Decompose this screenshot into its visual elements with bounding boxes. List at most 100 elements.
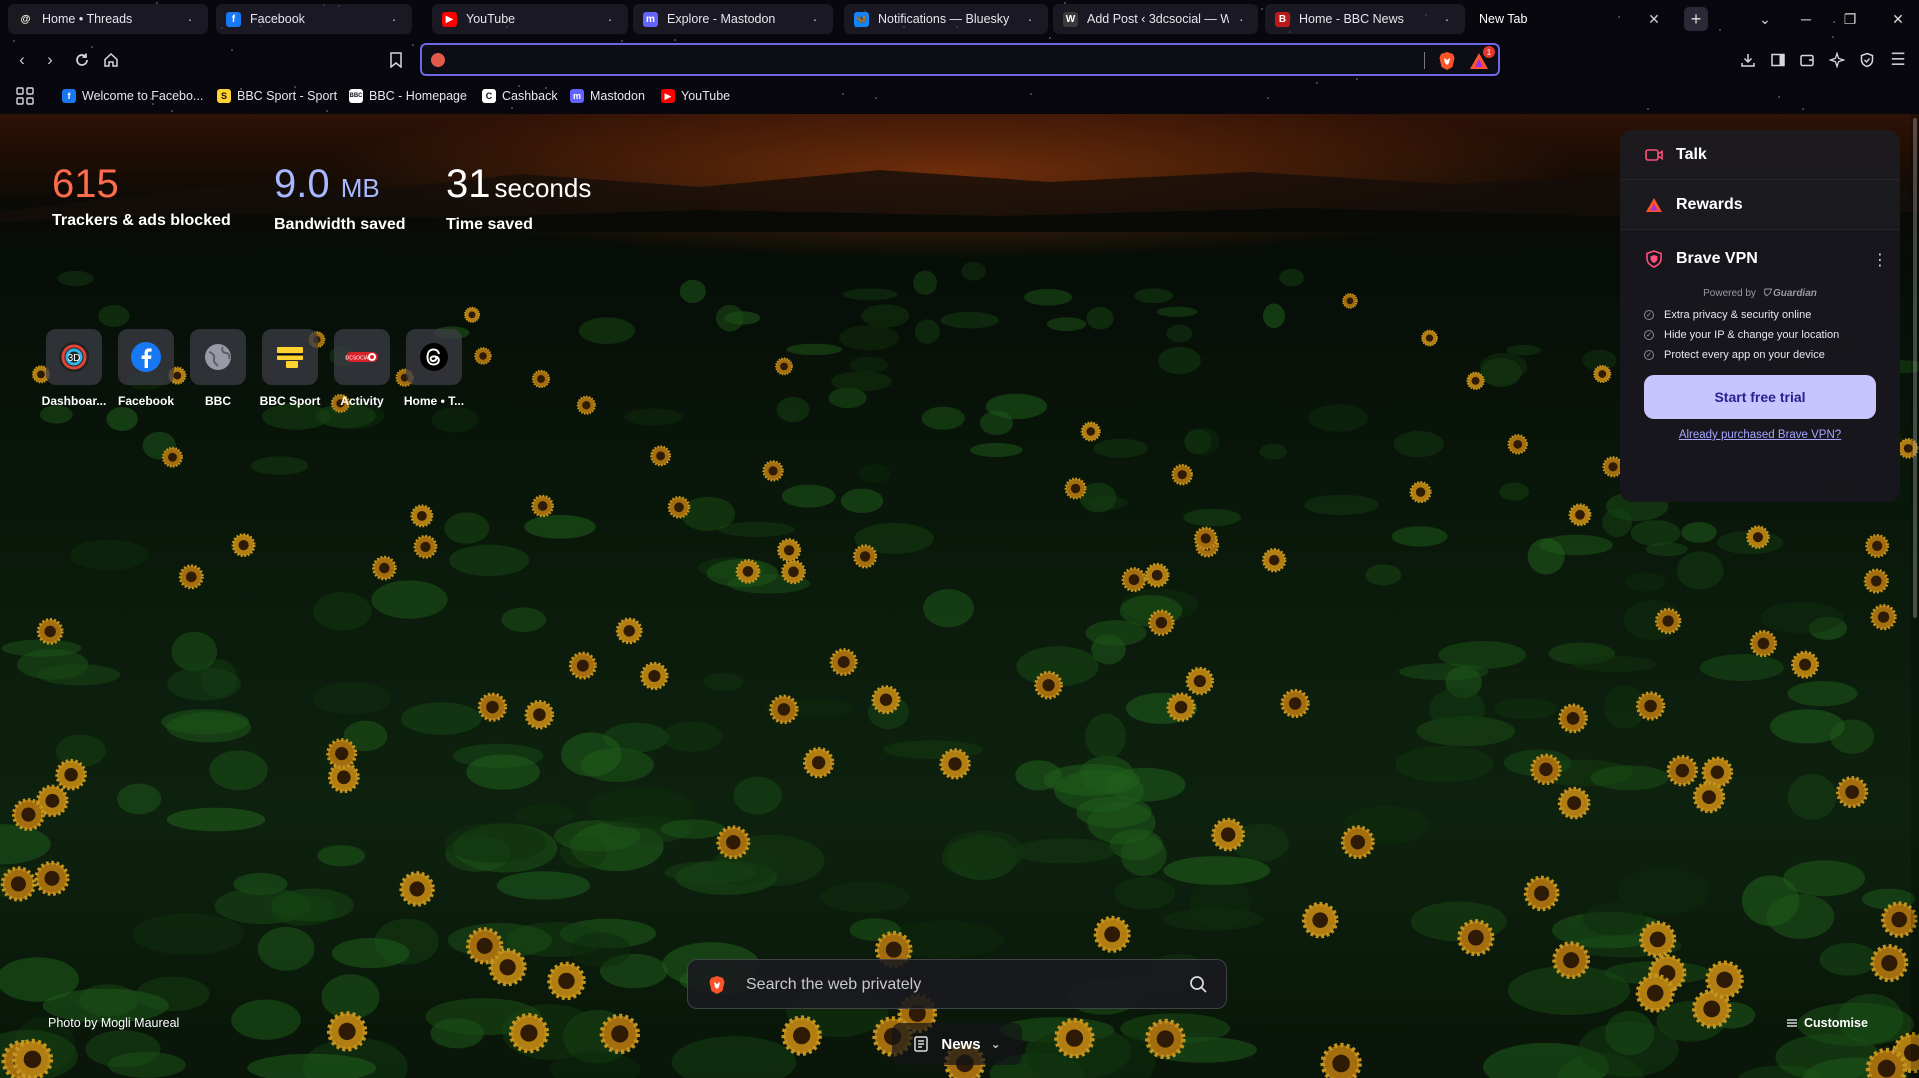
- bbc-icon: BBC: [349, 89, 363, 103]
- trackers-label: Trackers & ads blocked: [52, 212, 231, 229]
- time-label: Time saved: [446, 216, 533, 233]
- tab-bluesky[interactable]: 🦋 Notifications — Bluesky ·: [844, 4, 1048, 34]
- top-site-tile[interactable]: Home • T...: [398, 329, 470, 408]
- brave-widget-stack: Talk Rewards Brave VPN ⋮ Powered by ⛉ Gu…: [1620, 130, 1900, 502]
- leo-ai-icon[interactable]: [1825, 48, 1849, 72]
- vpn-shield-icon[interactable]: [1855, 48, 1879, 72]
- bbc-sport-icon: [262, 329, 318, 385]
- facebook-icon: f: [62, 89, 76, 103]
- scrollbar-thumb[interactable]: [1913, 118, 1917, 618]
- tab-title: YouTube: [466, 12, 516, 26]
- menu-icon[interactable]: ☰: [1886, 48, 1910, 72]
- guardian-logo: ⛉ Guardian: [1762, 288, 1817, 299]
- close-window-button[interactable]: ✕: [1886, 8, 1910, 30]
- bluesky-icon: 🦋: [854, 11, 869, 27]
- tab-youtube[interactable]: ▶ YouTube ·: [432, 4, 628, 34]
- tab-audio-dot-icon[interactable]: ·: [1235, 11, 1248, 27]
- rewards-icon: [1646, 197, 1662, 212]
- tab-wordpress[interactable]: W Add Post ‹ 3dcsocial — WordP ·: [1053, 4, 1258, 34]
- downloads-icon[interactable]: [1736, 48, 1760, 72]
- news-label: News: [941, 1035, 981, 1053]
- tab-search-chevron-icon[interactable]: ⌄: [1753, 8, 1777, 30]
- tab-audio-dot-icon[interactable]: ·: [1439, 11, 1455, 27]
- minimize-button[interactable]: ─: [1794, 8, 1818, 30]
- close-tab-icon[interactable]: ✕: [1646, 11, 1662, 27]
- search-input[interactable]: [746, 973, 1166, 997]
- reload-icon[interactable]: [70, 48, 94, 72]
- top-site-label: Dashboar...: [41, 394, 107, 408]
- tab-audio-dot-icon[interactable]: ·: [182, 11, 198, 27]
- check-circle-icon: ✓: [1644, 330, 1654, 340]
- search-box[interactable]: [687, 959, 1227, 1009]
- tab-new-tab[interactable]: New Tab ✕: [1469, 4, 1672, 34]
- threads-icon: @: [18, 11, 33, 27]
- more-options-icon[interactable]: ⋮: [1872, 250, 1888, 270]
- address-bar[interactable]: 1: [420, 43, 1500, 76]
- vpn-feature-text: Hide your IP & change your location: [1664, 329, 1840, 341]
- bookmark-label: YouTube: [681, 89, 731, 103]
- bookmark-item[interactable]: m Mastodon: [570, 86, 645, 106]
- 3dc-dashboard-icon: 3D: [46, 329, 102, 385]
- top-site-label: Home • T...: [403, 394, 465, 408]
- bookmark-item[interactable]: S BBC Sport - Sport: [217, 86, 337, 106]
- top-site-tile[interactable]: BBC: [182, 329, 254, 408]
- restore-button[interactable]: ❐: [1838, 8, 1862, 30]
- home-icon[interactable]: [99, 48, 123, 72]
- guardian-label: Guardian: [1772, 288, 1817, 299]
- bbc-news-icon: B: [1275, 11, 1290, 27]
- search-icon[interactable]: [1188, 974, 1208, 994]
- tab-audio-dot-icon[interactable]: ·: [1022, 11, 1038, 27]
- bookmark-label: Welcome to Facebo...: [82, 89, 204, 103]
- check-circle-icon: ✓: [1644, 350, 1654, 360]
- youtube-icon: ▶: [661, 89, 675, 103]
- tab-mastodon[interactable]: m Explore - Mastodon ·: [633, 4, 833, 34]
- new-tab-button[interactable]: +: [1684, 7, 1708, 31]
- vpn-widget: Brave VPN ⋮ Powered by ⛉ Guardian ✓ Extra…: [1620, 230, 1900, 502]
- bookmark-label: BBC - Homepage: [369, 89, 467, 103]
- tab-bbc-news[interactable]: B Home - BBC News ·: [1265, 4, 1465, 34]
- time-value: 31 seconds: [446, 162, 592, 206]
- rewards-badge: 1: [1483, 46, 1495, 58]
- bbc-sport-icon: S: [217, 89, 231, 103]
- top-site-tile[interactable]: 3D Dashboar...: [38, 329, 110, 408]
- apps-grid-icon[interactable]: [16, 87, 34, 105]
- bookmark-item[interactable]: BBC BBC - Homepage: [349, 86, 467, 106]
- back-icon[interactable]: ‹: [10, 48, 34, 72]
- top-sites: 3D Dashboar... Facebook BBC BBC Sport 3DCSOCI…: [38, 329, 470, 408]
- time-unit: seconds: [494, 173, 592, 203]
- tab-audio-dot-icon[interactable]: ·: [386, 11, 402, 27]
- brave-shields-icon[interactable]: [1438, 51, 1456, 71]
- photo-credit[interactable]: Photo by Mogli Maureal: [48, 1016, 179, 1030]
- bookmark-item[interactable]: f Welcome to Facebo...: [62, 86, 203, 106]
- url-input[interactable]: [452, 48, 1412, 72]
- top-site-label: Activity: [340, 394, 384, 408]
- tab-threads[interactable]: @ Home • Threads ·: [8, 4, 208, 34]
- customise-button[interactable]: Customise: [1786, 1016, 1868, 1030]
- tab-audio-dot-icon[interactable]: ·: [807, 11, 823, 27]
- activity-icon: 3DCSOCIAL: [334, 329, 390, 385]
- already-purchased-link[interactable]: Already purchased Brave VPN?: [1644, 429, 1876, 441]
- tab-strip: @ Home • Threads · f Facebook · ▶ YouTube · m Expl…: [0, 0, 1919, 38]
- sidebar-toggle-icon[interactable]: [1766, 48, 1790, 72]
- customise-label: Customise: [1804, 1016, 1868, 1030]
- facebook-icon: f: [226, 11, 241, 27]
- tab-title: Explore - Mastodon: [667, 12, 776, 26]
- bookmark-item[interactable]: ▶ YouTube: [661, 86, 730, 106]
- top-site-tile[interactable]: 3DCSOCIAL Activity: [326, 329, 398, 408]
- tab-audio-dot-icon[interactable]: ·: [602, 11, 618, 27]
- talk-widget[interactable]: Talk: [1620, 130, 1900, 180]
- rewards-widget[interactable]: Rewards: [1620, 180, 1900, 230]
- news-button[interactable]: News ⌄: [892, 1023, 1022, 1065]
- wallet-icon[interactable]: [1795, 48, 1819, 72]
- vpn-feature: ✓ Extra privacy & security online: [1644, 309, 1876, 321]
- site-info-icon[interactable]: [431, 53, 445, 67]
- bookmarks-bar: f Welcome to Facebo... S BBC Sport - Sport B…: [0, 82, 1919, 110]
- bookmark-icon[interactable]: [384, 48, 408, 72]
- top-site-tile[interactable]: BBC Sport: [254, 329, 326, 408]
- start-free-trial-button[interactable]: Start free trial: [1644, 375, 1876, 419]
- forward-icon[interactable]: ›: [38, 48, 62, 72]
- top-site-tile[interactable]: Facebook: [110, 329, 182, 408]
- wordpress-icon: W: [1063, 11, 1078, 27]
- bookmark-item[interactable]: C Cashback: [482, 86, 558, 106]
- tab-facebook[interactable]: f Facebook ·: [216, 4, 412, 34]
